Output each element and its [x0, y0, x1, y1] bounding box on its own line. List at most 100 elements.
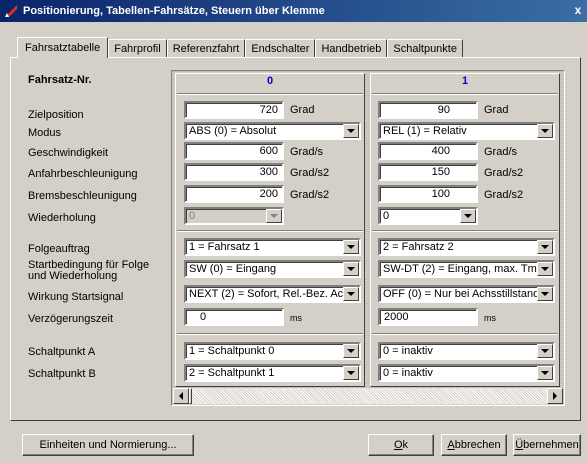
schaltpunkt-b-value-0: 2 = Schaltpunkt 1 — [189, 367, 275, 379]
chevron-down-icon[interactable] — [343, 366, 359, 380]
wirkung-startsignal-select-0[interactable]: NEXT (2) = Sofort, Rel.-Bez. ActPos — [184, 285, 361, 303]
schaltpunkt-a-label: Schaltpunkt A — [28, 346, 96, 358]
schaltpunkt-a-value-0: 1 = Schaltpunkt 0 — [189, 345, 275, 357]
verzoegerungszeit-unit-0: ms — [290, 313, 302, 323]
zielposition-label: Zielposition — [28, 109, 84, 121]
startbedingung-select-0[interactable]: SW (0) = Eingang — [184, 260, 361, 278]
geschwindigkeit-label: Geschwindigkeit — [28, 147, 109, 159]
zielposition-unit-1: Grad — [484, 104, 509, 116]
bremsbeschleunigung-input-0[interactable]: 200 — [184, 185, 284, 203]
chevron-down-icon[interactable] — [343, 287, 359, 301]
bremsbeschleunigung-unit-1: Grad/s2 — [484, 189, 524, 201]
startbedingung-value-1: SW-DT (2) = Eingang, max. Tmax — [383, 263, 549, 275]
zielposition-input-0[interactable]: 720 — [184, 101, 284, 119]
chevron-down-icon[interactable] — [343, 240, 359, 254]
schaltpunkt-b-label: Schaltpunkt B — [28, 368, 96, 380]
chevron-down-icon[interactable] — [537, 124, 553, 138]
anfahrbeschleunigung-label: Anfahrbeschleunigung — [28, 168, 138, 180]
chevron-down-icon[interactable] — [266, 209, 282, 223]
anfahrbeschleunigung-unit-0: Grad/s2 — [290, 167, 330, 179]
chevron-down-icon[interactable] — [537, 344, 553, 358]
ok-accelerator: O — [393, 439, 403, 451]
bremsbeschleunigung-unit-0: Grad/s2 — [290, 189, 330, 201]
anfahrbeschleunigung-input-0[interactable]: 300 — [184, 163, 284, 181]
app-icon — [3, 3, 19, 19]
wiederholung-select-0[interactable]: 0 — [184, 207, 284, 225]
verzoegerungszeit-input-0[interactable]: 0 — [184, 308, 284, 326]
schaltpunkt-a-select-0[interactable]: 1 = Schaltpunkt 0 — [184, 342, 361, 360]
tab-fahrprofil[interactable]: Fahrprofil — [108, 39, 167, 58]
wiederholung-label: Wiederholung — [28, 212, 96, 224]
chevron-down-icon[interactable] — [343, 344, 359, 358]
geschwindigkeit-input-0[interactable]: 600 — [184, 142, 284, 160]
scroll-left-icon[interactable] — [173, 388, 189, 404]
modus-select-1[interactable]: REL (1) = Relativ — [378, 122, 555, 140]
einheiten-normierung-button[interactable]: Einheiten und Normierung... — [22, 434, 194, 456]
geschwindigkeit-input-1[interactable]: 400 — [378, 142, 478, 160]
horizontal-scrollbar[interactable] — [173, 388, 563, 404]
verzoegerungszeit-input-1[interactable]: 2000 — [378, 308, 478, 326]
uebernehmen-button[interactable]: Übernehmen — [513, 434, 581, 456]
tab-referenzfahrt[interactable]: Referenzfahrt — [166, 39, 246, 58]
geschwindigkeit-unit-1: Grad/s — [484, 146, 518, 158]
chevron-down-icon[interactable] — [537, 287, 553, 301]
anfahrbeschleunigung-input-1[interactable]: 150 — [378, 163, 478, 181]
zielposition-unit-0: Grad — [290, 104, 315, 116]
window-title: Positionierung, Tabellen-Fahrsätze, Steu… — [23, 5, 325, 17]
scroll-thumb[interactable] — [189, 388, 192, 404]
anfahrbeschleunigung-unit-1: Grad/s2 — [484, 167, 524, 179]
abbrechen-button[interactable]: Abbrechen — [441, 434, 507, 456]
column-header-1: 1 — [461, 75, 469, 87]
startbedingung-value-0: SW (0) = Eingang — [189, 263, 277, 275]
chevron-down-icon[interactable] — [537, 262, 553, 276]
uebernehmen-accelerator: Ü — [515, 439, 524, 451]
column-divider — [177, 93, 363, 95]
folgeauftrag-label: Folgeauftrag — [28, 243, 90, 255]
startbedingung-select-1[interactable]: SW-DT (2) = Eingang, max. Tmax — [378, 260, 555, 278]
chevron-down-icon[interactable] — [343, 124, 359, 138]
chevron-down-icon[interactable] — [460, 209, 476, 223]
tab-handbetrieb[interactable]: Handbetrieb — [315, 39, 388, 58]
abbrechen-accelerator: A — [447, 439, 455, 451]
bremsbeschleunigung-input-1[interactable]: 100 — [378, 185, 478, 203]
chevron-down-icon[interactable] — [343, 262, 359, 276]
startbedingung-label-2: und Wiederholung — [28, 270, 118, 282]
wirkung-startsignal-value-1: OFF (0) = Nur bei Achsstillstand — [383, 288, 540, 300]
column-divider — [177, 230, 363, 232]
title-bar[interactable]: Positionierung, Tabellen-Fahrsätze, Steu… — [0, 0, 587, 22]
column-divider — [372, 93, 558, 95]
folgeauftrag-value-1: 2 = Fahrsatz 2 — [383, 241, 454, 253]
modus-value-1: REL (1) = Relativ — [383, 125, 467, 137]
schaltpunkt-b-select-1[interactable]: 0 = inaktiv — [378, 364, 555, 382]
schaltpunkt-a-select-1[interactable]: 0 = inaktiv — [378, 342, 555, 360]
ok-label: k — [402, 439, 409, 451]
uebernehmen-label: bernehmen — [523, 439, 579, 451]
wirkung-startsignal-value-0: NEXT (2) = Sofort, Rel.-Bez. ActPos — [189, 288, 361, 300]
column-divider — [177, 333, 363, 335]
zielposition-input-1[interactable]: 90 — [378, 101, 478, 119]
tab-schaltpunkte[interactable]: Schaltpunkte — [387, 39, 463, 58]
folgeauftrag-value-0: 1 = Fahrsatz 1 — [189, 241, 260, 253]
verzoegerungszeit-unit-1: ms — [484, 313, 496, 323]
folgeauftrag-select-0[interactable]: 1 = Fahrsatz 1 — [184, 238, 361, 256]
tab-fahrsatztabelle[interactable]: Fahrsatztabelle — [17, 37, 109, 58]
schaltpunkt-b-select-0[interactable]: 2 = Schaltpunkt 1 — [184, 364, 361, 382]
schaltpunkt-a-value-1: 0 = inaktiv — [383, 345, 433, 357]
bremsbeschleunigung-label: Bremsbeschleunigung — [28, 190, 137, 202]
ok-button[interactable]: Ok — [368, 434, 434, 456]
chevron-down-icon[interactable] — [537, 240, 553, 254]
column-divider — [372, 230, 558, 232]
column-header-0: 0 — [266, 75, 274, 87]
folgeauftrag-select-1[interactable]: 2 = Fahrsatz 2 — [378, 238, 555, 256]
scroll-right-icon[interactable] — [547, 388, 563, 404]
wirkung-startsignal-select-1[interactable]: OFF (0) = Nur bei Achsstillstand — [378, 285, 555, 303]
close-icon[interactable]: x — [571, 3, 585, 17]
tab-endschalter[interactable]: Endschalter — [245, 39, 316, 58]
modus-select-0[interactable]: ABS (0) = Absolut — [184, 122, 361, 140]
abbrechen-label: bbrechen — [454, 439, 501, 451]
fahrsatz-nr-label: Fahrsatz-Nr. — [28, 74, 92, 86]
wiederholung-select-1[interactable]: 0 — [378, 207, 478, 225]
chevron-down-icon[interactable] — [537, 366, 553, 380]
column-divider — [372, 333, 558, 335]
modus-value-0: ABS (0) = Absolut — [189, 125, 277, 137]
